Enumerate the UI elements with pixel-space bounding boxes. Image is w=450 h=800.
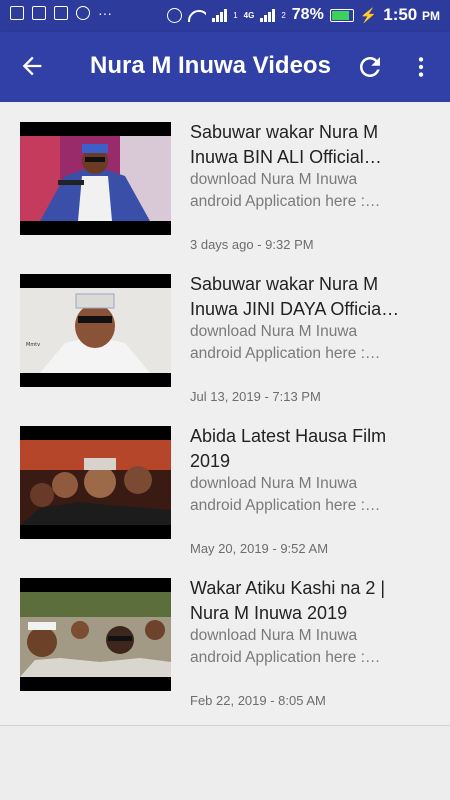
clock: 1:50 PM bbox=[383, 5, 440, 24]
notification-icons: ··· bbox=[10, 6, 112, 20]
alarm-icon bbox=[167, 7, 183, 23]
video-thumbnail bbox=[20, 578, 171, 691]
signal-icon-1 bbox=[212, 8, 228, 22]
more-vert-icon bbox=[418, 57, 424, 77]
more-notifications-indicator: ··· bbox=[98, 5, 112, 21]
video-description: download Nura M Inuwa android Applicatio… bbox=[190, 475, 381, 514]
video-item[interactable]: Wakar Atiku Kashi na 2 | Nura M Inuwa 20… bbox=[0, 576, 450, 728]
signal-icon-2 bbox=[260, 8, 276, 22]
charging-icon: ⚡ bbox=[359, 6, 378, 23]
man-in-cap-image: Mmtv bbox=[20, 288, 171, 373]
video-item[interactable]: Mmtv Sabuwar wakar Nura M Inuwa JINI DAY… bbox=[0, 272, 450, 424]
arrow-back-icon bbox=[22, 56, 42, 76]
status-bar: ··· 1 4G 2 78% ⚡ 1:50 PM bbox=[0, 0, 450, 32]
battery-level-fill bbox=[331, 10, 349, 20]
singer-with-microphone-image bbox=[20, 136, 171, 221]
signal-label-1: 1 bbox=[233, 10, 238, 20]
crowd-with-atiku-image bbox=[20, 592, 171, 677]
save-notification-icon bbox=[32, 6, 46, 20]
back-button[interactable] bbox=[18, 52, 52, 82]
mail-notification-icon bbox=[54, 6, 68, 20]
video-date: May 20, 2019 - 9:52 AM bbox=[190, 541, 329, 556]
video-list[interactable]: Sabuwar wakar Nura M Inuwa BIN ALI Offic… bbox=[0, 102, 450, 726]
video-date: Feb 22, 2019 - 8:05 AM bbox=[190, 693, 326, 708]
refresh-icon bbox=[360, 57, 380, 77]
video-title: Wakar Atiku Kashi na 2 | Nura M Inuwa 20… bbox=[190, 578, 386, 623]
video-date: 3 days ago - 9:32 PM bbox=[190, 237, 314, 252]
video-title: Sabuwar wakar Nura M Inuwa BIN ALI Offic… bbox=[190, 122, 382, 167]
network-type-label: 4G bbox=[243, 10, 255, 20]
video-description: download Nura M Inuwa android Applicatio… bbox=[190, 627, 381, 666]
video-description: download Nura M Inuwa android Applicatio… bbox=[190, 171, 381, 210]
video-date: Jul 13, 2019 - 7:13 PM bbox=[190, 389, 321, 404]
video-thumbnail bbox=[20, 426, 171, 539]
signal-label-2: 2 bbox=[281, 10, 286, 20]
battery-icon bbox=[329, 8, 354, 22]
video-description: download Nura M Inuwa android Applicatio… bbox=[190, 323, 381, 362]
video-item[interactable]: Sabuwar wakar Nura M Inuwa BIN ALI Offic… bbox=[0, 120, 450, 272]
film-cast-image bbox=[20, 440, 171, 525]
more-options-button[interactable] bbox=[408, 52, 434, 82]
svg-text:Mmtv: Mmtv bbox=[26, 342, 40, 348]
video-title: Sabuwar wakar Nura M Inuwa JINI DAYA Off… bbox=[190, 274, 400, 319]
refresh-button[interactable] bbox=[355, 52, 385, 82]
battery-percentage: 78% bbox=[291, 6, 324, 23]
video-thumbnail bbox=[20, 122, 171, 235]
video-thumbnail: Mmtv bbox=[20, 274, 171, 387]
page-title: Nura M Inuwa Videos bbox=[90, 52, 331, 79]
contacts-notification-icon bbox=[76, 6, 90, 20]
app-bar: Nura M Inuwa Videos bbox=[0, 32, 450, 102]
video-item[interactable]: Abida Latest Hausa Film 2019 download Nu… bbox=[0, 424, 450, 576]
image-notification-icon bbox=[10, 6, 24, 20]
wifi-icon bbox=[188, 8, 207, 22]
video-title: Abida Latest Hausa Film 2019 bbox=[190, 426, 387, 471]
